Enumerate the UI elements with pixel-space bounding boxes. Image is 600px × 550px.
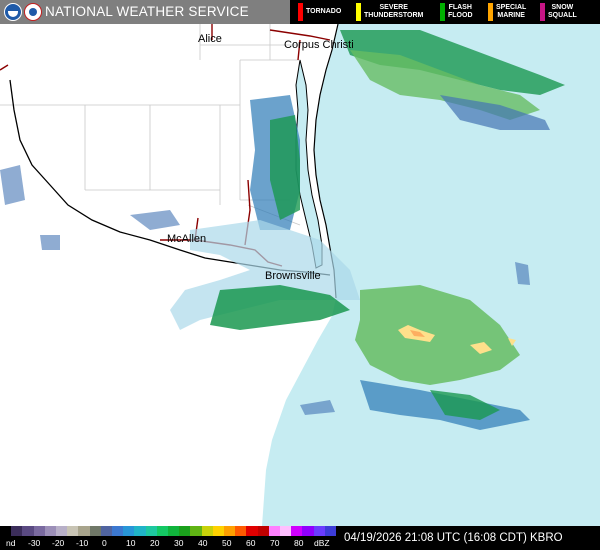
- dbz-color-segment: [89, 526, 102, 536]
- city-brownsville: Brownsville: [265, 270, 321, 282]
- legend-item-tornado: TORNADO: [298, 3, 358, 21]
- page-title: NATIONAL WEATHER SERVICE: [45, 4, 249, 19]
- radar-timestamp: 04/19/2026 21:08 UTC (16:08 CDT) KBRO: [344, 532, 563, 544]
- dbz-color-segment: [212, 526, 225, 536]
- dbz-scale-label: dBZ: [314, 538, 330, 548]
- legend-item-special-marine: SPECIAL MARINE: [488, 3, 544, 21]
- dbz-color-segment: [291, 526, 303, 536]
- legend-swatch: [298, 3, 303, 21]
- dbz-scale-label: -10: [76, 538, 89, 548]
- legend-swatch: [488, 3, 493, 21]
- dbz-color-segment: [78, 526, 91, 536]
- legend-swatch: [356, 3, 361, 21]
- dbz-scale-label: 80: [294, 538, 304, 548]
- dbz-color-segment: [257, 526, 270, 536]
- dbz-color-segment: [56, 526, 68, 536]
- noaa-logo-icon: [4, 3, 22, 21]
- city-mcallen: McAllen: [167, 233, 206, 245]
- dbz-color-segment: [44, 526, 57, 536]
- legend-label: FLASH FLOOD: [448, 4, 473, 19]
- nws-logo-icon: [24, 3, 42, 21]
- dbz-color-segment: [224, 526, 236, 536]
- dbz-scale-label: -30: [28, 538, 41, 548]
- legend-label: SPECIAL MARINE: [496, 4, 527, 19]
- warnings-legend: TORNADO SEVERE THUNDERSTORM FLASH FLOOD SP…: [290, 0, 600, 24]
- dbz-color-segment: [190, 526, 203, 536]
- dbz-scale-label: -20: [52, 538, 65, 548]
- dbz-color-segment: [67, 526, 79, 536]
- dbz-color-segment: [280, 526, 292, 536]
- dbz-color-scale: nd -30 -20 -10 0 10 20 30 40 50 60 70 80 dBZ: [0, 526, 337, 550]
- dbz-color-segment: [11, 526, 23, 536]
- dbz-color-segment: [123, 526, 135, 536]
- legend-label: SEVERE THUNDERSTORM: [364, 4, 424, 19]
- legend-swatch: [540, 3, 545, 21]
- dbz-scale-label: 10: [126, 538, 136, 548]
- legend-swatch: [440, 3, 445, 21]
- dbz-color-segment: [134, 526, 147, 536]
- dbz-scale-label: 60: [246, 538, 256, 548]
- dbz-scale-label: 20: [150, 538, 160, 548]
- dbz-color-segment: [246, 526, 259, 536]
- dbz-color-segment: [324, 526, 337, 536]
- dbz-scale-label: 0: [102, 538, 107, 548]
- dbz-color-segment: [201, 526, 214, 536]
- dbz-scale-label: 50: [222, 538, 232, 548]
- dbz-color-segment: [33, 526, 46, 536]
- city-alice: Alice: [198, 33, 222, 45]
- city-corpus-christi: Corpus Christi: [284, 39, 354, 51]
- dbz-scale-label: 30: [174, 538, 184, 548]
- dbz-color-segment: [156, 526, 169, 536]
- legend-item-severe-thunderstorm: SEVERE THUNDERSTORM: [356, 3, 436, 21]
- dbz-color-segment: [313, 526, 326, 536]
- dbz-scale-label: 40: [198, 538, 208, 548]
- dbz-color-segment: [22, 526, 35, 536]
- legend-label: TORNADO: [306, 8, 342, 15]
- dbz-scale-label: 70: [270, 538, 280, 548]
- dbz-color-segment: [112, 526, 124, 536]
- legend-label: SNOW SQUALL: [548, 4, 577, 19]
- dbz-color-segment: [179, 526, 191, 536]
- dbz-color-segment: [268, 526, 281, 536]
- dbz-color-segment: [145, 526, 158, 536]
- dbz-color-segment: [0, 526, 12, 536]
- dbz-color-segment: [168, 526, 180, 536]
- dbz-scale-label: nd: [6, 538, 16, 548]
- dbz-color-segment: [235, 526, 247, 536]
- radar-map[interactable]: Alice Corpus Christi McAllen Brownsville: [0, 0, 600, 550]
- legend-item-snow-squall: SNOW SQUALL: [540, 3, 596, 21]
- dbz-color-segment: [100, 526, 113, 536]
- dbz-color-segment: [302, 526, 315, 536]
- legend-item-flash-flood: FLASH FLOOD: [440, 3, 490, 21]
